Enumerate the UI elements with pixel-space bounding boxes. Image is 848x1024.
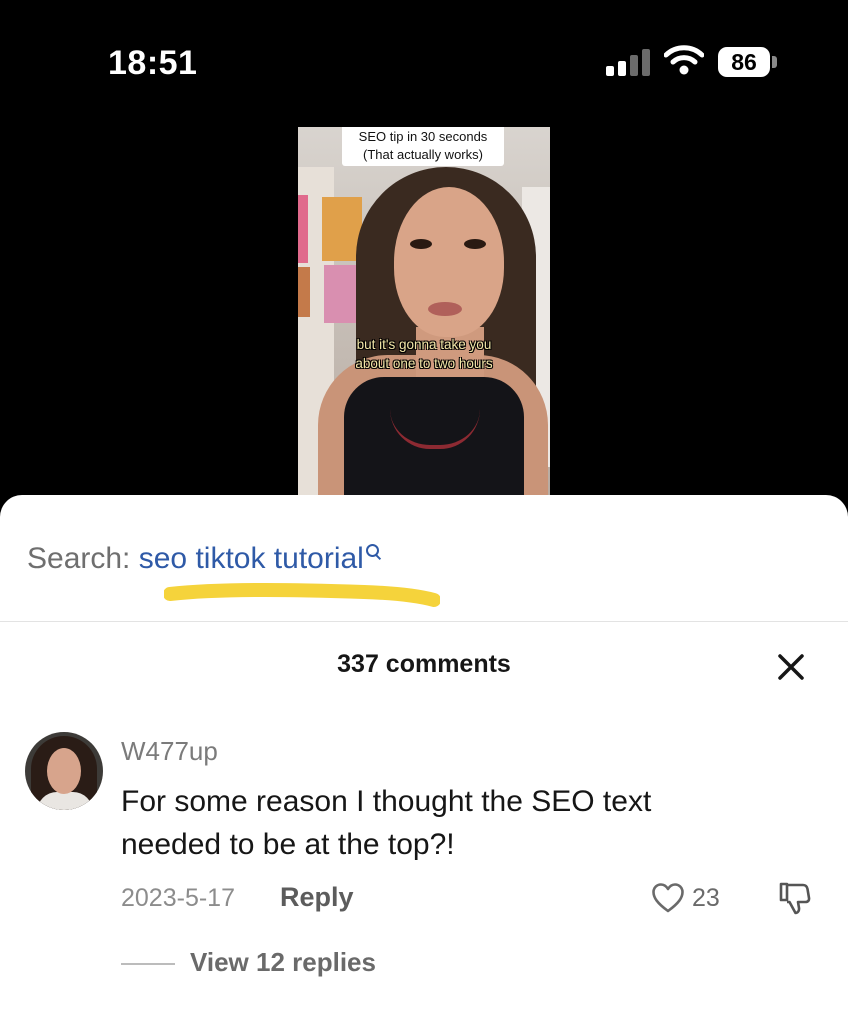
- status-time: 18:51: [108, 44, 198, 82]
- signal-icon: [606, 48, 652, 76]
- video-caption-line: about one to two hours: [355, 356, 493, 371]
- video-person-eye: [464, 239, 486, 249]
- battery-nub: [772, 56, 777, 68]
- comments-count: 337 comments: [337, 650, 511, 678]
- video-title-overlay: SEO tip in 30 seconds (That actually wor…: [342, 127, 504, 166]
- video-poster: [298, 267, 310, 317]
- video-person-mouth: [428, 302, 462, 316]
- heart-icon[interactable]: [651, 882, 685, 914]
- comment-text: For some reason I thought the SEO text n…: [121, 780, 761, 866]
- video-title-line: SEO tip in 30 seconds: [358, 129, 488, 144]
- video-poster: [298, 195, 308, 263]
- search-term-link[interactable]: seo tiktok tutorial: [139, 542, 364, 575]
- close-icon[interactable]: [776, 652, 806, 682]
- video-caption: but it's gonna take you about one to two…: [298, 335, 550, 373]
- video-caption-line: but it's gonna take you: [356, 337, 492, 352]
- thumbs-down-icon[interactable]: [778, 880, 812, 916]
- comment-text-line: For some reason I thought the SEO text: [121, 785, 652, 818]
- video-person-eye: [410, 239, 432, 249]
- reply-button[interactable]: Reply: [280, 882, 354, 913]
- search-prefix: Search:: [27, 542, 139, 575]
- wifi-icon: [664, 45, 704, 75]
- search-suggestion[interactable]: Search: seo tiktok tutorial: [27, 542, 382, 576]
- divider: [0, 621, 848, 622]
- comment-text-line: needed to be at the top?!: [121, 828, 455, 861]
- replies-divider-line: [121, 963, 175, 965]
- battery-icon: 86: [718, 47, 770, 77]
- view-replies-button[interactable]: View 12 replies: [190, 947, 376, 978]
- search-highlight-underline: [164, 583, 440, 607]
- avatar-face: [47, 748, 81, 794]
- comment-date: 2023-5-17: [121, 884, 235, 912]
- avatar[interactable]: [25, 732, 103, 810]
- search-icon: [365, 544, 382, 562]
- video-title-line: (That actually works): [363, 147, 483, 162]
- video-player[interactable]: SEO tip in 30 seconds (That actually wor…: [298, 127, 550, 499]
- like-count: 23: [692, 884, 720, 912]
- comment-username[interactable]: W477up: [121, 736, 218, 767]
